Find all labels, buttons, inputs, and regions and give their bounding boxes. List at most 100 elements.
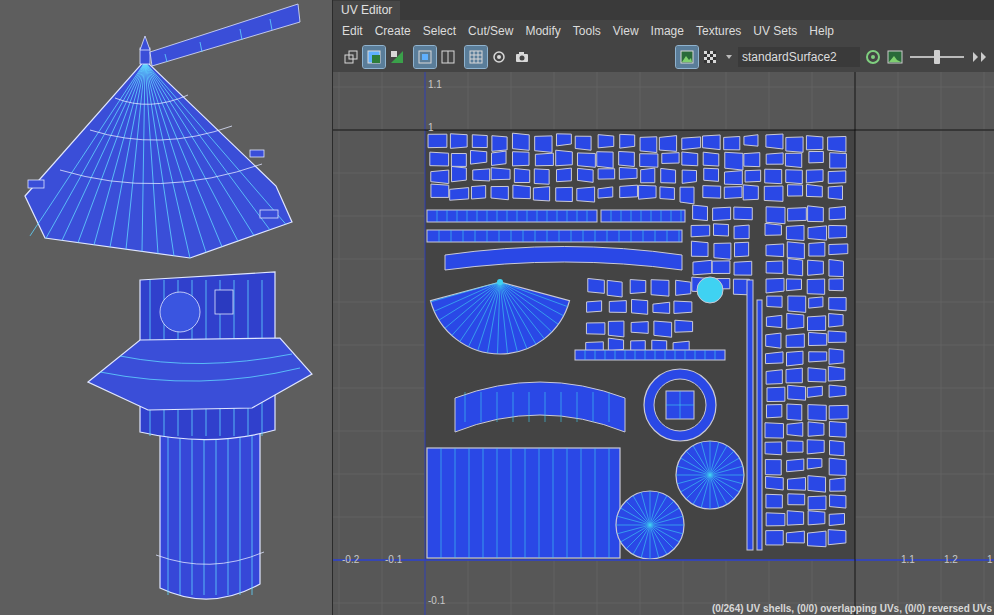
uv-shell[interactable] (829, 405, 848, 419)
uv-shell[interactable] (598, 187, 613, 198)
uv-shell[interactable] (472, 135, 487, 148)
uv-shell[interactable] (829, 259, 844, 276)
menu-item[interactable]: Cut/Sew (462, 22, 519, 40)
uv-shell[interactable] (452, 166, 467, 181)
uv-shell[interactable] (431, 184, 449, 197)
toolbar-button[interactable] (488, 46, 510, 68)
uv-shell[interactable] (767, 296, 782, 307)
uv-shell[interactable] (828, 171, 846, 184)
menu-item[interactable]: Select (417, 22, 462, 40)
uv-shell[interactable] (703, 186, 721, 199)
uv-shell[interactable] (787, 423, 803, 437)
uv-shell[interactable] (735, 242, 749, 257)
uv-shell[interactable] (766, 531, 783, 545)
exposure-slider[interactable] (910, 48, 964, 66)
uv-shell[interactable] (829, 298, 846, 311)
uv-shell[interactable] (809, 352, 827, 362)
uv-shell[interactable] (619, 151, 635, 166)
toolbar-button[interactable] (414, 46, 436, 68)
uv-shell[interactable] (764, 186, 783, 201)
material-field[interactable]: standardSurface2 (738, 47, 860, 67)
uv-shell[interactable] (578, 168, 594, 182)
uv-shell[interactable] (676, 280, 691, 295)
uv-shell[interactable] (607, 280, 622, 297)
uv-shell[interactable] (828, 136, 846, 152)
uv-shell[interactable] (787, 404, 802, 420)
uv-shell[interactable] (427, 230, 682, 242)
uv-shell[interactable] (829, 458, 846, 475)
uv-shell[interactable] (556, 134, 571, 146)
uv-shell[interactable] (535, 136, 552, 153)
uv-shell[interactable] (431, 170, 449, 184)
uv-shell[interactable] (639, 185, 657, 199)
uv-shell[interactable] (808, 422, 824, 436)
uv-canvas[interactable]: -0.2-0.11.11.211.11-0.1(0/264) UV shells… (333, 72, 994, 615)
uv-shell[interactable] (828, 366, 844, 381)
uv-shell[interactable] (491, 168, 510, 180)
uv-shell[interactable] (787, 351, 804, 366)
texture-sync-icon[interactable] (864, 48, 882, 66)
panel-tab[interactable]: UV Editor (333, 1, 400, 20)
toolbar-button[interactable] (340, 46, 362, 68)
toolbar-button[interactable] (676, 46, 698, 68)
uv-shell[interactable] (766, 370, 782, 384)
uv-shell[interactable] (455, 382, 625, 432)
uv-shell[interactable] (601, 210, 685, 222)
uv-shell[interactable] (640, 137, 657, 153)
uv-shell[interactable] (766, 134, 783, 149)
uv-shell[interactable] (659, 136, 676, 152)
toolbar-button[interactable] (437, 46, 459, 68)
menu-item[interactable]: Modify (519, 22, 566, 40)
uv-shell[interactable] (492, 151, 507, 165)
uv-shell[interactable] (451, 153, 466, 166)
uv-shell[interactable] (514, 168, 529, 182)
uv-shell[interactable] (608, 338, 623, 351)
uv-shell[interactable] (661, 168, 676, 183)
uv-shell[interactable] (598, 135, 614, 148)
uv-shell[interactable] (427, 448, 620, 558)
toolbar-button[interactable] (699, 46, 721, 68)
uv-shell[interactable] (491, 186, 508, 199)
uv-shell[interactable] (809, 151, 824, 162)
uv-shell[interactable] (786, 225, 804, 240)
uv-shell[interactable] (473, 169, 490, 181)
uv-shell[interactable] (575, 350, 725, 360)
uv-shell[interactable] (734, 207, 752, 220)
uv-shell[interactable] (829, 513, 844, 525)
uv-shell[interactable] (828, 331, 846, 343)
uv-shell[interactable] (806, 170, 823, 183)
uv-shell[interactable] (724, 136, 740, 149)
uv-shell[interactable] (675, 320, 693, 332)
uv-shell[interactable] (765, 442, 782, 455)
uv-shell[interactable] (630, 280, 646, 294)
uv-shell[interactable] (786, 368, 802, 383)
uv-shell[interactable] (766, 315, 781, 327)
uv-shell[interactable] (654, 321, 672, 337)
uv-shell[interactable] (598, 169, 615, 179)
uv-shell[interactable] (788, 185, 803, 196)
uv-shell[interactable] (808, 511, 825, 525)
uv-shell[interactable] (703, 152, 719, 166)
uv-shell[interactable] (588, 278, 605, 293)
uv-shell[interactable] (744, 153, 760, 167)
uv-shell[interactable] (808, 496, 826, 510)
uv-shell[interactable] (577, 153, 595, 167)
uv-shell[interactable] (653, 302, 670, 313)
uv-shell[interactable] (807, 458, 822, 469)
uv-shell[interactable] (765, 423, 783, 438)
uv-shell[interactable] (492, 136, 507, 152)
uv-shell[interactable] (513, 152, 529, 166)
uv-shell[interactable] (450, 188, 469, 201)
uv-shell[interactable] (766, 494, 782, 508)
uv-shell[interactable] (788, 494, 805, 505)
uv-shell[interactable] (809, 297, 823, 308)
uv-shell[interactable] (766, 261, 783, 273)
uv-shell[interactable] (714, 243, 731, 259)
uv-shell[interactable] (471, 186, 485, 200)
uv-shell[interactable] (712, 261, 730, 274)
uv-shell[interactable] (788, 385, 806, 400)
uv-shell[interactable] (608, 321, 624, 337)
uv-shell[interactable] (743, 185, 758, 200)
uv-shell[interactable] (556, 168, 571, 182)
uv-shell[interactable] (788, 208, 807, 221)
